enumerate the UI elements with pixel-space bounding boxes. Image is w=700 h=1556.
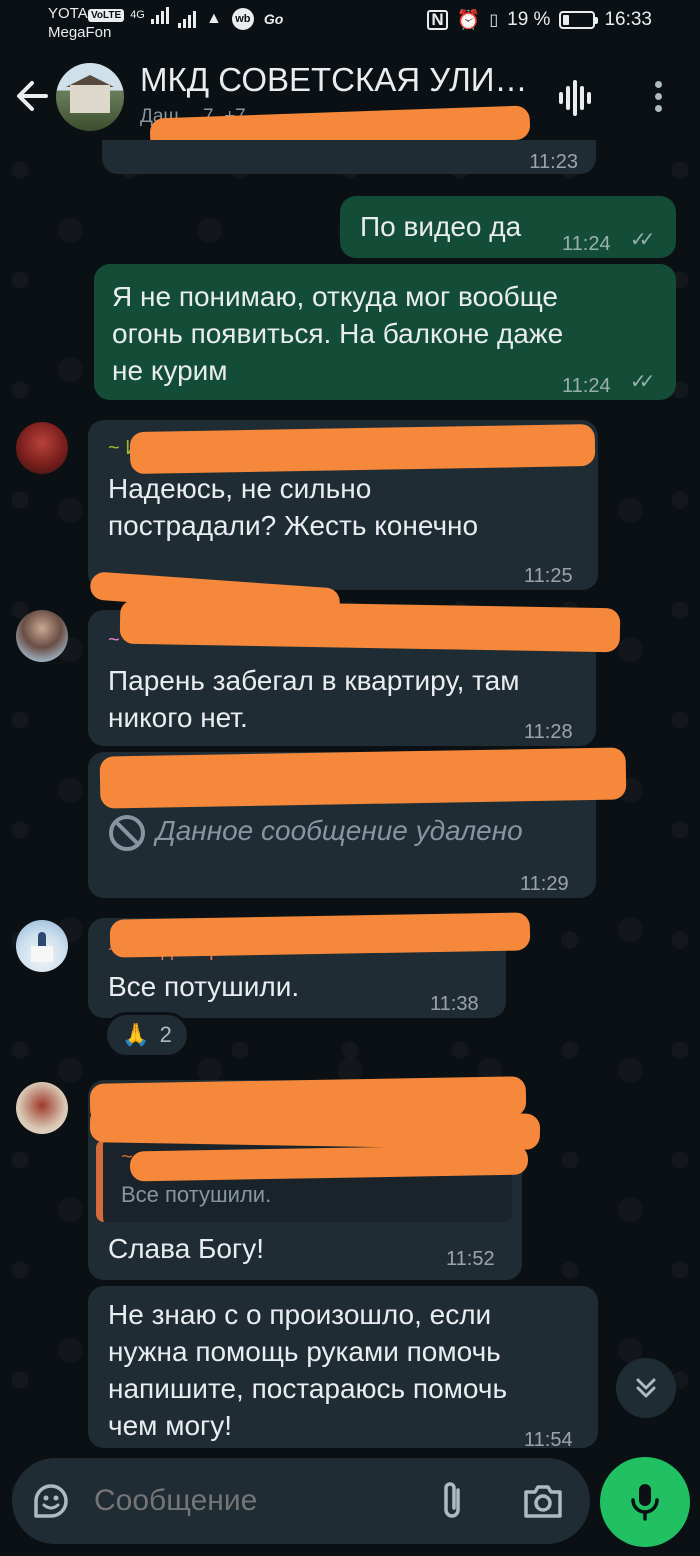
message-bubble[interactable]: 11:23 bbox=[102, 140, 596, 174]
system-indicators: N ⏰ ▯ 19 % 16:33 bbox=[427, 8, 652, 32]
message-line: напишите, постараюсь помочь bbox=[108, 1373, 508, 1404]
redaction-mark bbox=[129, 423, 596, 475]
redaction-mark bbox=[119, 599, 621, 653]
voice-chat-icon[interactable] bbox=[556, 80, 596, 116]
message-line: никого нет. bbox=[108, 702, 248, 733]
sender-name: ~ bbox=[108, 629, 120, 651]
attach-icon[interactable] bbox=[436, 1480, 470, 1522]
message-time: 11:23 bbox=[529, 151, 578, 173]
back-arrow-icon[interactable] bbox=[14, 76, 54, 120]
message-time: 11:24 bbox=[562, 375, 611, 397]
microphone-icon bbox=[631, 1484, 659, 1521]
message-time: 11:25 bbox=[524, 565, 573, 587]
go-app-icon: Go bbox=[263, 11, 284, 27]
sticker-icon[interactable] bbox=[30, 1480, 72, 1522]
sender-avatar[interactable] bbox=[16, 610, 68, 662]
message-time: 11:52 bbox=[446, 1248, 495, 1270]
message-time: 11:29 bbox=[520, 873, 569, 895]
message-input[interactable] bbox=[94, 1480, 414, 1522]
message-time: 11:54 bbox=[524, 1429, 573, 1451]
message-line: не курим bbox=[112, 355, 228, 386]
network-type: 4G bbox=[130, 9, 145, 21]
voice-record-button[interactable] bbox=[600, 1457, 690, 1547]
message-line: Не знаю с о произошло, если bbox=[108, 1299, 492, 1330]
nfc-icon: N bbox=[427, 10, 448, 30]
sender-avatar[interactable] bbox=[16, 1082, 68, 1134]
scroll-to-bottom-button[interactable] bbox=[616, 1358, 676, 1418]
message-composer bbox=[12, 1458, 590, 1544]
deleted-message-text: Данное сообщение удалено bbox=[156, 815, 523, 846]
group-avatar[interactable] bbox=[56, 63, 124, 131]
navigation-app-icon: ▲ bbox=[206, 10, 222, 27]
message-line: пострадали? Жесть конечно bbox=[108, 510, 479, 541]
message-line: Я не понимаю, откуда мог вообще bbox=[112, 281, 558, 312]
more-options-icon[interactable] bbox=[648, 78, 668, 118]
message-bubble-incoming[interactable]: Не знаю с о произошло, если нужна помощь… bbox=[88, 1286, 598, 1451]
message-time: 11:38 bbox=[430, 993, 479, 1015]
signal-bars-icon bbox=[150, 6, 169, 24]
double-chevron-down-icon bbox=[636, 1378, 656, 1398]
message-time: 11:28 bbox=[524, 721, 573, 743]
message-bubble-outgoing[interactable]: Я не понимаю, откуда мог вообще огонь по… bbox=[94, 264, 676, 400]
read-ticks-icon: ✓✓ bbox=[630, 371, 655, 393]
message-bubble-outgoing[interactable]: По видео да 11:24 ✓✓ bbox=[340, 196, 676, 258]
vibrate-icon: ▯ bbox=[489, 12, 499, 29]
wb-app-icon: wb bbox=[231, 8, 254, 30]
message-text: По видео да bbox=[360, 211, 522, 242]
message-text: Слава Богу! bbox=[108, 1233, 264, 1264]
quoted-text: Все потушили. bbox=[121, 1182, 272, 1207]
signal-indicators: VoLTE 4G bbox=[88, 6, 169, 24]
reaction-count: 2 bbox=[159, 1022, 172, 1047]
deleted-message-icon bbox=[108, 814, 146, 852]
alarm-icon: ⏰ bbox=[456, 10, 481, 31]
message-time: 11:24 bbox=[562, 233, 611, 255]
camera-icon[interactable] bbox=[522, 1482, 564, 1520]
message-line: нужна помощь руками помочь bbox=[108, 1336, 501, 1367]
battery-fill bbox=[563, 15, 569, 25]
redaction-mark bbox=[109, 912, 531, 958]
chat-title[interactable]: МКД СОВЕТСКАЯ УЛИ… bbox=[140, 58, 540, 102]
battery-icon bbox=[559, 11, 599, 29]
redaction-mark bbox=[99, 747, 627, 809]
message-line: Парень забегал в квартиру, там bbox=[108, 665, 520, 696]
read-ticks-icon: ✓✓ bbox=[630, 229, 655, 251]
message-text: Все потушили. bbox=[108, 971, 300, 1002]
battery-percent: 19 % bbox=[507, 9, 551, 30]
signal-bars-2-icon bbox=[178, 10, 196, 28]
volte-badge: VoLTE bbox=[88, 8, 125, 22]
message-line: огонь появиться. На балконе даже bbox=[112, 318, 564, 349]
sender-avatar[interactable] bbox=[16, 422, 68, 474]
reaction-emoji: 🙏 bbox=[122, 1022, 150, 1047]
notification-icons: ▲ wb Go bbox=[178, 8, 283, 30]
message-line: чем могу! bbox=[108, 1410, 233, 1441]
message-line: Надеюсь, не сильно bbox=[108, 473, 372, 504]
message-reaction[interactable]: 🙏 2 bbox=[104, 1012, 190, 1058]
clock: 16:33 bbox=[604, 9, 652, 30]
sender-avatar[interactable] bbox=[16, 920, 68, 972]
status-bar: YOTA MegaFon VoLTE 4G ▲ wb Go N ⏰ ▯ 19 %… bbox=[0, 0, 700, 48]
